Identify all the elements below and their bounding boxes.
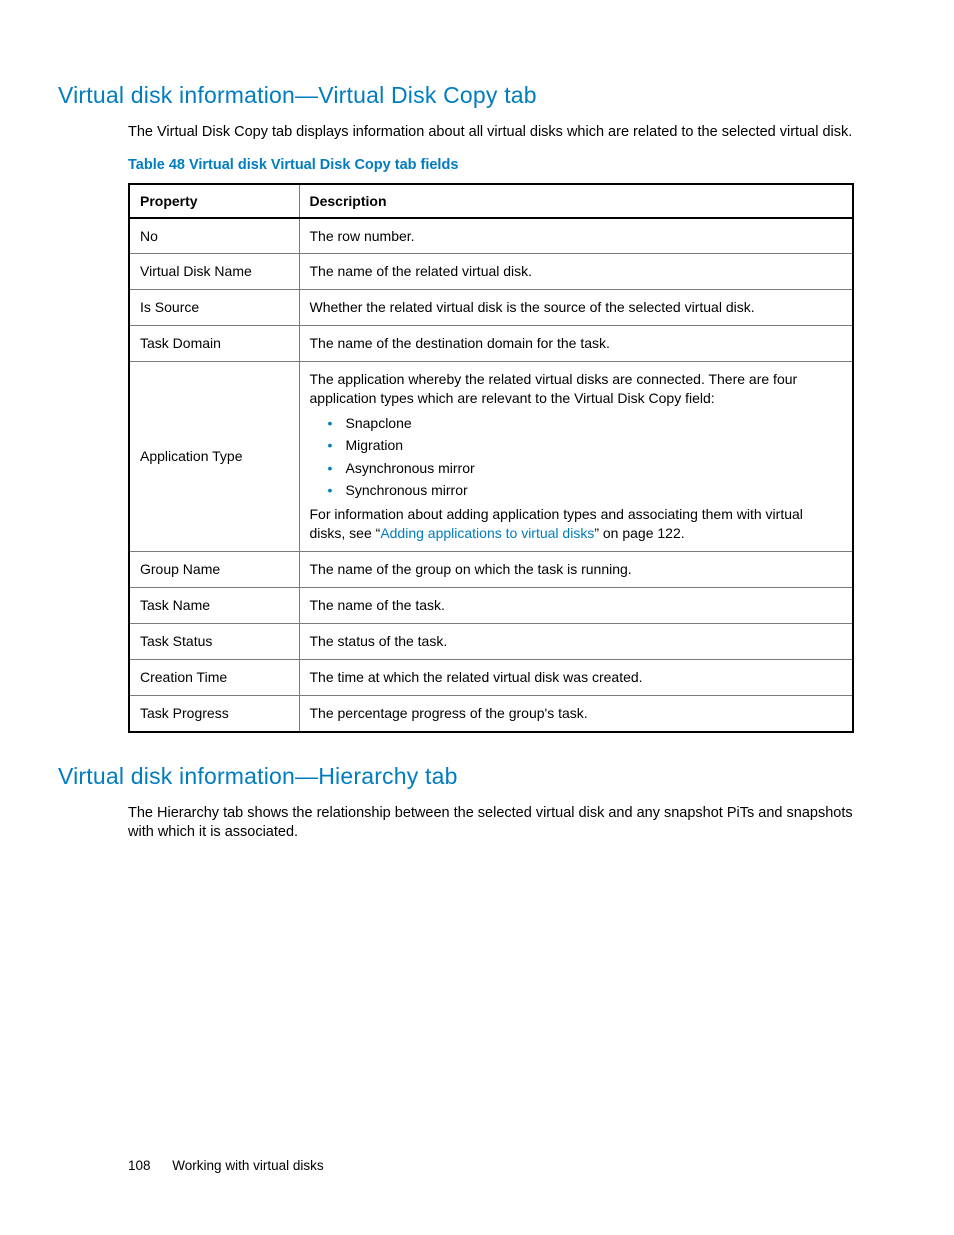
fields-table: Property Description No The row number. … [128, 183, 854, 733]
desc-cell: The percentage progress of the group's t… [299, 695, 853, 731]
table-caption: Table 48 Virtual disk Virtual Disk Copy … [58, 157, 854, 173]
page-footer: 108 Working with virtual disks [128, 1158, 324, 1173]
desc-cell: The status of the task. [299, 624, 853, 660]
table-row: No The row number. [129, 218, 853, 254]
col-header-property: Property [129, 184, 299, 218]
desc-cell: Whether the related virtual disk is the … [299, 290, 853, 326]
prop-cell: Task Domain [129, 326, 299, 362]
section-heading-hierarchy-tab: Virtual disk information—Hierarchy tab [58, 763, 854, 790]
desc-cell: The name of the group on which the task … [299, 552, 853, 588]
prop-cell: Task Progress [129, 695, 299, 731]
desc-cell: The application whereby the related virt… [299, 362, 853, 552]
table-row: Task Domain The name of the destination … [129, 326, 853, 362]
app-lead: The application whereby the related virt… [310, 371, 798, 406]
chapter-title: Working with virtual disks [172, 1158, 323, 1173]
app-tail-post: ” on page 122. [594, 525, 684, 541]
list-item: Asynchronous mirror [328, 457, 843, 479]
table-row: Application Type The application whereby… [129, 362, 853, 552]
prop-cell: Is Source [129, 290, 299, 326]
xref-adding-applications[interactable]: Adding applications to virtual disks [380, 525, 594, 541]
table-row: Group Name The name of the group on whic… [129, 552, 853, 588]
table-row: Virtual Disk Name The name of the relate… [129, 254, 853, 290]
desc-cell: The name of the destination domain for t… [299, 326, 853, 362]
prop-cell: Task Status [129, 624, 299, 660]
table-row: Task Status The status of the task. [129, 624, 853, 660]
desc-cell: The time at which the related virtual di… [299, 659, 853, 695]
prop-cell: Group Name [129, 552, 299, 588]
col-header-description: Description [299, 184, 853, 218]
list-item: Snapclone [328, 412, 843, 434]
prop-cell: Creation Time [129, 659, 299, 695]
prop-cell: Application Type [129, 362, 299, 552]
page-number: 108 [128, 1158, 151, 1173]
table-row: Task Name The name of the task. [129, 588, 853, 624]
prop-cell: Task Name [129, 588, 299, 624]
desc-cell: The name of the related virtual disk. [299, 254, 853, 290]
prop-cell: No [129, 218, 299, 254]
desc-cell: The name of the task. [299, 588, 853, 624]
section-heading-copy-tab: Virtual disk information—Virtual Disk Co… [58, 82, 854, 109]
list-item: Migration [328, 434, 843, 456]
intro-hierarchy-tab: The Hierarchy tab shows the relationship… [58, 804, 854, 843]
app-type-list: Snapclone Migration Asynchronous mirror … [310, 412, 843, 502]
list-item: Synchronous mirror [328, 479, 843, 501]
table-row: Creation Time The time at which the rela… [129, 659, 853, 695]
prop-cell: Virtual Disk Name [129, 254, 299, 290]
table-row: Is Source Whether the related virtual di… [129, 290, 853, 326]
intro-copy-tab: The Virtual Disk Copy tab displays infor… [58, 123, 854, 143]
desc-cell: The row number. [299, 218, 853, 254]
table-row: Task Progress The percentage progress of… [129, 695, 853, 731]
